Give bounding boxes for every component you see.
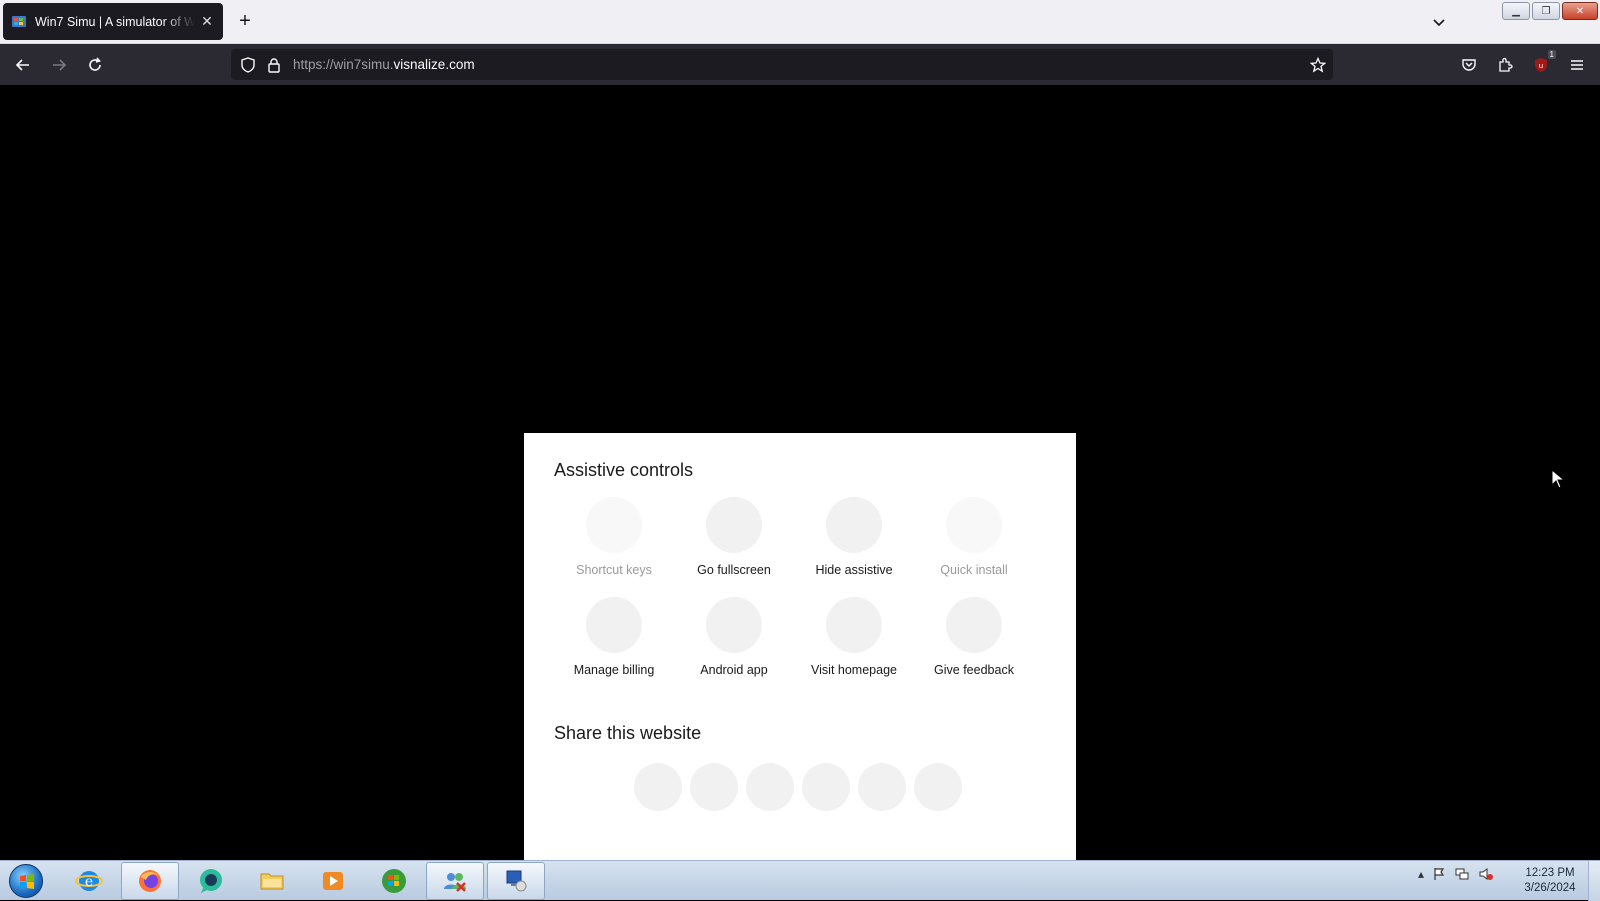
pocket-icon[interactable] bbox=[1456, 52, 1482, 78]
show-desktop-button[interactable] bbox=[1588, 861, 1600, 901]
windows-logo-icon bbox=[9, 864, 43, 898]
assistive-controls-title: Assistive controls bbox=[554, 460, 694, 480]
mouse-pointer-icon bbox=[1551, 469, 1565, 489]
control-label: Give feedback bbox=[934, 663, 1014, 677]
control-label: Shortcut keys bbox=[576, 563, 652, 577]
control-manage-billing-button[interactable]: Manage billing bbox=[554, 597, 674, 677]
control-give-feedback-button[interactable]: Give feedback bbox=[914, 597, 1034, 677]
taskbar-windows-update[interactable] bbox=[365, 862, 423, 900]
users-group-icon bbox=[444, 873, 466, 892]
tab-close-icon[interactable]: ✕ bbox=[199, 13, 215, 30]
taskbar-remote-desktop[interactable] bbox=[487, 862, 545, 900]
hide-assistive-icon bbox=[826, 497, 882, 553]
system-tray: ▴ bbox=[1418, 867, 1494, 881]
reload-icon[interactable] bbox=[82, 52, 108, 78]
share-button[interactable] bbox=[690, 763, 738, 811]
share-button[interactable] bbox=[802, 763, 850, 811]
share-website-title: Share this website bbox=[554, 723, 702, 743]
control-visit-homepage-button[interactable]: Visit homepage bbox=[794, 597, 914, 677]
control-label: Hide assistive bbox=[815, 563, 893, 577]
extensions-puzzle-icon[interactable] bbox=[1492, 52, 1518, 78]
minimize-window-button[interactable]: ▁ bbox=[1502, 2, 1530, 20]
android-app-icon bbox=[706, 597, 762, 653]
list-all-tabs-chevron-icon[interactable] bbox=[1428, 12, 1450, 34]
forward-arrow-icon[interactable] bbox=[46, 52, 72, 78]
control-android-app-button[interactable]: Android app bbox=[674, 597, 794, 677]
restore-window-button[interactable]: ❐ bbox=[1532, 2, 1560, 20]
ublock-origin-icon[interactable]: u 1 bbox=[1528, 50, 1556, 78]
assistive-controls-panel: Assistive controls Shortcut keys Go fulls… bbox=[524, 433, 1076, 860]
back-arrow-icon[interactable] bbox=[10, 52, 36, 78]
give-feedback-icon bbox=[946, 597, 1002, 653]
show-hidden-icons-chevron-icon[interactable]: ▴ bbox=[1418, 867, 1424, 881]
manage-billing-icon bbox=[586, 597, 642, 653]
extension-badge: 1 bbox=[1547, 50, 1556, 59]
share-button[interactable] bbox=[858, 763, 906, 811]
control-label: Visit homepage bbox=[811, 663, 897, 677]
taskbar-clock[interactable]: 12:23 PM 3/26/2024 bbox=[1515, 866, 1585, 896]
browser-tab-active[interactable]: Win7 Simu | A simulator of Windows 7 ✕ bbox=[3, 3, 223, 40]
assistive-controls-grid: Shortcut keys Go fullscreen Hide assistive… bbox=[554, 497, 1034, 677]
app-menu-hamburger-icon[interactable] bbox=[1564, 52, 1590, 78]
svg-text:e: e bbox=[85, 874, 93, 890]
taskbar-firefox[interactable] bbox=[121, 862, 179, 900]
taskbar-users[interactable] bbox=[426, 862, 484, 900]
taskbar-chat-app[interactable] bbox=[182, 862, 240, 900]
win7-favicon-icon bbox=[12, 15, 26, 27]
windows-taskbar: e ▴ 12:23 PM 3/26/2024 bbox=[0, 860, 1600, 901]
network-icon[interactable] bbox=[1454, 867, 1470, 881]
control-hide-assistive-button[interactable]: Hide assistive bbox=[794, 497, 914, 577]
windows-flag-icon bbox=[382, 869, 406, 893]
internet-explorer-icon: e bbox=[75, 871, 103, 891]
computer-monitor-icon bbox=[506, 870, 527, 892]
control-label: Go fullscreen bbox=[697, 563, 771, 577]
clock-date: 3/26/2024 bbox=[1524, 882, 1576, 894]
tracking-protection-shield-icon[interactable] bbox=[239, 56, 257, 74]
tab-title: Win7 Simu | A simulator of Windows 7 bbox=[35, 14, 195, 29]
go-fullscreen-icon bbox=[706, 497, 762, 553]
visit-homepage-icon bbox=[826, 597, 882, 653]
bookmark-star-icon[interactable] bbox=[1309, 56, 1327, 74]
svg-text:u: u bbox=[1539, 62, 1543, 70]
share-button[interactable] bbox=[914, 763, 962, 811]
new-tab-button[interactable]: + bbox=[234, 10, 256, 32]
media-player-icon bbox=[323, 872, 343, 890]
page-content: Assistive controls Shortcut keys Go fulls… bbox=[0, 85, 1600, 860]
lock-icon[interactable] bbox=[265, 56, 283, 74]
url-text[interactable]: https://win7simu.visnalize.com bbox=[293, 57, 475, 72]
action-center-flag-icon[interactable] bbox=[1432, 867, 1446, 881]
volume-muted-icon[interactable] bbox=[1478, 867, 1494, 881]
share-button[interactable] bbox=[634, 763, 682, 811]
control-label: Android app bbox=[700, 663, 768, 677]
control-shortcut-keys-button[interactable]: Shortcut keys bbox=[554, 497, 674, 577]
navigation-toolbar: https://win7simu.visnalize.com u 1 bbox=[0, 44, 1600, 85]
share-button[interactable] bbox=[746, 763, 794, 811]
control-label: Manage billing bbox=[573, 663, 655, 677]
quick-install-icon bbox=[946, 497, 1002, 553]
taskbar-file-explorer[interactable] bbox=[243, 862, 301, 900]
folder-icon bbox=[260, 873, 284, 890]
control-quick-install-button[interactable]: Quick install bbox=[914, 497, 1034, 577]
address-bar[interactable]: https://win7simu.visnalize.com bbox=[231, 49, 1333, 80]
clock-time: 12:23 PM bbox=[1525, 867, 1575, 879]
url-domain: visnalize.com bbox=[393, 57, 475, 72]
firefox-icon bbox=[139, 870, 161, 892]
shortcut-keys-icon bbox=[586, 497, 642, 553]
share-buttons-row bbox=[634, 763, 962, 811]
taskbar-internet-explorer[interactable]: e bbox=[60, 862, 118, 900]
start-button[interactable] bbox=[6, 862, 46, 900]
url-prefix: https://win7simu. bbox=[293, 57, 394, 72]
tab-strip: Win7 Simu | A simulator of Windows 7 ✕ +… bbox=[0, 0, 1600, 44]
close-window-button[interactable]: ✕ bbox=[1562, 2, 1598, 20]
chat-bubble-icon bbox=[200, 869, 222, 893]
control-label: Quick install bbox=[940, 563, 1008, 577]
control-go-fullscreen-button[interactable]: Go fullscreen bbox=[674, 497, 794, 577]
taskbar-media-player[interactable] bbox=[304, 862, 362, 900]
